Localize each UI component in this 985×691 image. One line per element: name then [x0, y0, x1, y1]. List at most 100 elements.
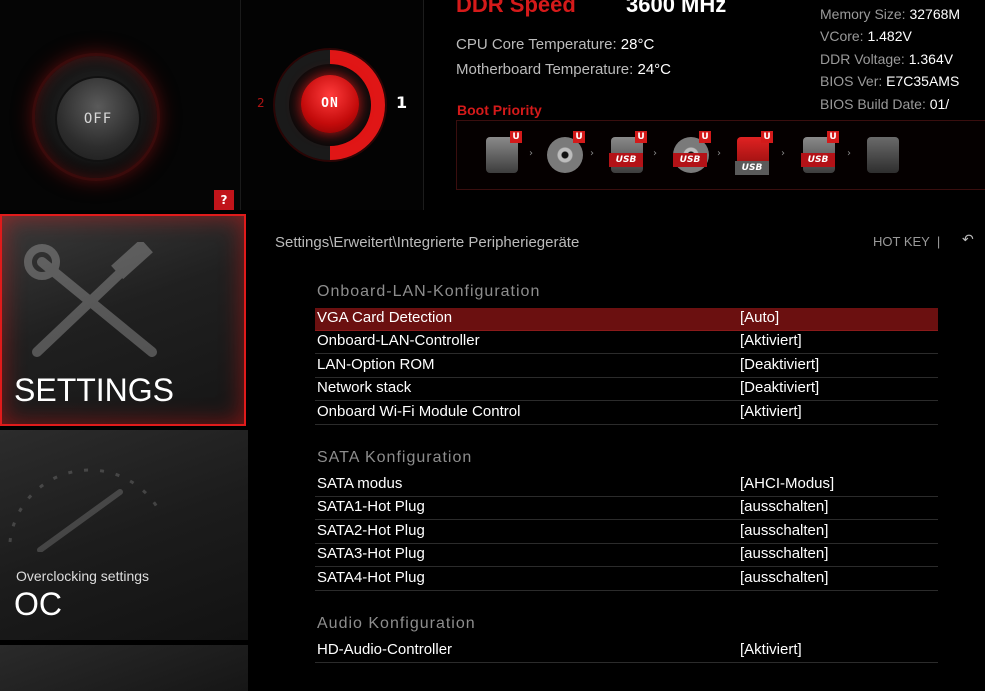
boost-on-label: ON [321, 96, 339, 111]
profile-1-label[interactable]: 1 [396, 93, 407, 112]
back-icon[interactable]: ↶ [962, 232, 974, 248]
chevron-right-icon: › [847, 148, 851, 159]
setting-row-hd-audio-controller[interactable]: HD-Audio-Controller [Aktiviert] [315, 640, 938, 663]
setting-value: [ausschalten] [740, 498, 829, 515]
hotkey-button[interactable]: HOT KEY | [873, 234, 940, 249]
hotkey-label: HOT KEY [873, 234, 930, 249]
setting-row-sata3-hot-plug[interactable]: SATA3-Hot Plug [ausschalten] [315, 544, 938, 567]
usb-floppy-icon[interactable]: USB U [799, 131, 839, 177]
bios-date-label: BIOS Build Date: [820, 96, 926, 112]
network-body [867, 137, 899, 173]
ddr-voltage: DDR Voltage: 1.364V [820, 51, 953, 67]
oc-subtitle: Overclocking settings [16, 568, 150, 584]
setting-label: SATA2-Hot Plug [317, 522, 425, 539]
chevron-right-icon: › [653, 148, 657, 159]
memory-size-label: Memory Size: [820, 6, 906, 22]
setting-value: [Deaktiviert] [740, 379, 820, 396]
uefi-badge: U [827, 131, 839, 143]
xmp-knob-face: OFF [55, 76, 141, 162]
setting-row-lan-option-rom[interactable]: LAN-Option ROM [Deaktiviert] [315, 355, 938, 378]
setting-row-sata1-hot-plug[interactable]: SATA1-Hot Plug [ausschalten] [315, 497, 938, 520]
setting-label: SATA3-Hot Plug [317, 545, 425, 562]
network-icon[interactable] [863, 131, 903, 177]
profile-2-label[interactable]: 2 [257, 96, 265, 110]
speedometer-icon [8, 468, 162, 552]
setting-value: [Aktiviert] [740, 332, 802, 349]
setting-value: [Aktiviert] [740, 641, 802, 658]
setting-label: LAN-Option ROM [317, 356, 435, 373]
setting-row-sata4-hot-plug[interactable]: SATA4-Hot Plug [ausschalten] [315, 568, 938, 591]
ddr-voltage-label: DDR Voltage: [820, 51, 905, 67]
uefi-badge: U [635, 131, 647, 143]
breadcrumb: Settings\Erweitert\Integrierte Peripheri… [275, 234, 580, 251]
setting-row-network-stack[interactable]: Network stack [Deaktiviert] [315, 378, 938, 401]
setting-value: [ausschalten] [740, 522, 829, 539]
ddr-voltage-value: 1.364V [908, 51, 954, 67]
setting-value: [Aktiviert] [740, 403, 802, 420]
bios-date-value: 01/ [929, 96, 950, 112]
section-title-sata: SATA Konfiguration [317, 449, 473, 466]
chevron-right-icon: › [781, 148, 785, 159]
ddr-speed-value: 3600 MHz [626, 0, 727, 17]
chevron-right-icon: › [590, 148, 594, 159]
game-boost-knob[interactable]: ON [275, 50, 385, 160]
usb-key-icon[interactable]: USB U [733, 131, 773, 177]
bios-ver-value: E7C35AMS [886, 73, 960, 89]
memory-size: Memory Size: 32768M [820, 6, 960, 22]
setting-value: [Deaktiviert] [740, 356, 820, 373]
bios-build-date: BIOS Build Date: 01/ [820, 96, 949, 112]
uefi-badge: U [761, 131, 773, 143]
boot-priority-title: Boot Priority [457, 102, 542, 118]
setting-row-wifi-module-control[interactable]: Onboard Wi-Fi Module Control [Aktiviert] [315, 402, 938, 425]
setting-label: Onboard-LAN-Controller [317, 332, 480, 349]
uefi-badge: U [699, 131, 711, 143]
usb-drive-icon[interactable]: USB U [607, 131, 647, 177]
boost-core: ON [301, 75, 359, 133]
cpu-temperature: CPU Core Temperature: 28°C [456, 36, 654, 53]
chevron-right-icon: › [529, 148, 533, 159]
setting-row-sata2-hot-plug[interactable]: SATA2-Hot Plug [ausschalten] [315, 521, 938, 544]
settings-title: SETTINGS [14, 372, 175, 408]
mb-temp-label: Motherboard Temperature: [456, 61, 634, 78]
usb-optical-icon[interactable]: USB U [671, 131, 711, 177]
xmp-off-knob[interactable]: OFF [35, 56, 157, 178]
vcore-label: VCore: [820, 28, 864, 44]
optical-disc-icon[interactable]: U [545, 131, 585, 177]
setting-label: SATA1-Hot Plug [317, 498, 425, 515]
boot-priority-bar: U › U › USB U › USB U › USB U › USB U › [456, 120, 985, 190]
setting-row-onboard-lan-controller[interactable]: Onboard-LAN-Controller [Aktiviert] [315, 331, 938, 354]
vcore: VCore: 1.482V [820, 28, 912, 44]
bios-ver-label: BIOS Ver: [820, 73, 883, 89]
nav-next-item[interactable] [0, 645, 248, 691]
memory-size-value: 32768M [909, 6, 961, 22]
setting-label: SATA modus [317, 475, 403, 492]
game-boost-panel: 2 ON 1 [240, 0, 423, 210]
usb-tag: USB [735, 161, 769, 175]
uefi-badge: U [510, 131, 522, 143]
setting-label: SATA4-Hot Plug [317, 569, 425, 586]
usb-tag: USB [609, 153, 643, 167]
cpu-temp-label: CPU Core Temperature: [456, 36, 617, 53]
setting-label: HD-Audio-Controller [317, 641, 453, 658]
setting-label: Network stack [317, 379, 412, 396]
motherboard-temperature: Motherboard Temperature: 24°C [456, 61, 671, 78]
setting-value: [ausschalten] [740, 545, 829, 562]
nav-settings[interactable]: SETTINGS [0, 214, 246, 426]
hard-drive-icon[interactable]: U [482, 131, 522, 177]
nav-oc[interactable]: Overclocking settings OC [0, 430, 248, 640]
mb-temp-value: 24°C [637, 61, 672, 78]
bios-version: BIOS Ver: E7C35AMS [820, 73, 959, 89]
wrench-hammer-icon [24, 242, 157, 357]
usb-tag: USB [673, 153, 707, 167]
xmp-panel: OFF ? [0, 0, 240, 210]
setting-row-sata-modus[interactable]: SATA modus [AHCI-Modus] [315, 474, 938, 497]
cpu-temp-value: 28°C [620, 36, 655, 53]
help-button[interactable]: ? [214, 190, 234, 210]
setting-value: [ausschalten] [740, 569, 829, 586]
oc-title: OC [14, 586, 62, 622]
setting-label: VGA Card Detection [317, 309, 453, 326]
system-info-panel: DDR Speed 3600 MHz CPU Core Temperature:… [423, 0, 985, 210]
setting-value: [Auto] [740, 309, 780, 326]
uefi-badge: U [573, 131, 585, 143]
setting-row-vga-card-detection[interactable]: VGA Card Detection [Auto] [315, 308, 938, 331]
